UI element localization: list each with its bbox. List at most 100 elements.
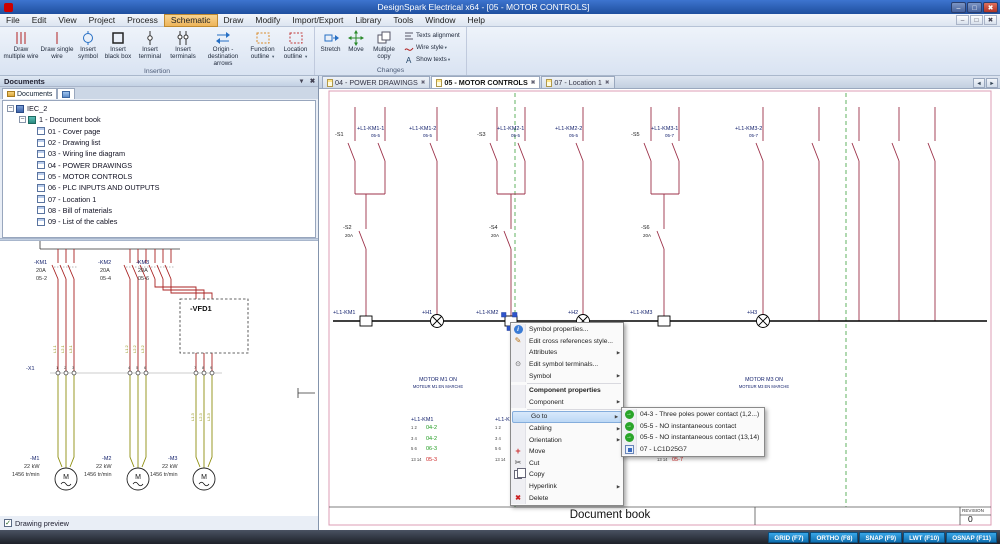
menu-item-cabling[interactable]: Cabling ▶ bbox=[511, 422, 623, 435]
drawing-preview-toggle[interactable]: ✓ Drawing preview bbox=[0, 516, 318, 530]
lwt-toggle[interactable]: LWT (F10) bbox=[903, 531, 946, 543]
title-bar: DesignSpark Electrical x64 - [05 - MOTOR… bbox=[0, 0, 1000, 14]
tab-layers[interactable] bbox=[57, 88, 76, 99]
collapse-toggle[interactable]: – bbox=[7, 105, 14, 113]
tree-item-cover-page[interactable]: 01 - Cover page bbox=[3, 126, 315, 137]
menu-item-hyperlink[interactable]: Hyperlink ▶ bbox=[511, 480, 623, 493]
show-texts-button[interactable]: A Show texts ▾ bbox=[404, 54, 462, 66]
tree-item-project[interactable]: – IEC_2 bbox=[3, 103, 315, 114]
close-tab-icon[interactable]: ✖ bbox=[605, 80, 610, 86]
tree-item-location-1[interactable]: 07 - Location 1 bbox=[3, 193, 315, 204]
menu-schematic[interactable]: Schematic bbox=[163, 13, 218, 27]
svg-text:2: 2 bbox=[64, 365, 67, 370]
menu-view[interactable]: View bbox=[52, 14, 82, 27]
close-button[interactable]: ✖ bbox=[983, 1, 998, 13]
tab-location-1[interactable]: 07 - Location 1 ✖ bbox=[541, 76, 615, 88]
tree-item-power-drawings[interactable]: 04 - POWER DRAWINGS bbox=[3, 159, 315, 170]
svg-text:4: 4 bbox=[128, 365, 131, 370]
menu-file[interactable]: File bbox=[0, 14, 26, 27]
menu-item-orientation[interactable]: Orientation ▶ bbox=[511, 434, 623, 446]
panel-pin-icon[interactable]: ▾ bbox=[296, 77, 307, 85]
doc-restore-button[interactable]: □ bbox=[970, 15, 983, 25]
menu-item-component[interactable]: Component ▶ bbox=[511, 396, 623, 409]
submenu-item-no-contact-1[interactable]: → 05-5 - NO instantaneous contact bbox=[622, 420, 764, 433]
wire-style-icon bbox=[404, 47, 414, 51]
menu-item-component-properties[interactable]: Component properties bbox=[511, 384, 623, 397]
menu-item-edit-symbol-terminals[interactable]: ⊙ Edit symbol terminals... bbox=[511, 358, 623, 371]
snap-toggle[interactable]: SNAP (F9) bbox=[859, 531, 903, 543]
menu-import-export[interactable]: Import/Export bbox=[286, 14, 349, 27]
close-tab-icon[interactable]: ✖ bbox=[421, 80, 426, 86]
tree-item-plc-inputs-outputs[interactable]: 06 - PLC INPUTS AND OUTPUTS bbox=[3, 182, 315, 193]
panel-close-icon[interactable]: ✖ bbox=[307, 77, 318, 85]
stretch-button[interactable]: Stretch bbox=[317, 28, 344, 66]
texts-alignment-button[interactable]: Texts alignment bbox=[404, 30, 462, 42]
insert-terminal-button[interactable]: Insert terminal bbox=[134, 28, 166, 67]
menu-item-move[interactable]: + Move bbox=[511, 445, 623, 458]
doc-minimize-button[interactable]: – bbox=[956, 15, 969, 25]
submenu-item-power-contact[interactable]: → 04-3 - Three poles power contact (1,2..… bbox=[622, 409, 764, 421]
menu-project[interactable]: Project bbox=[83, 14, 121, 27]
checkbox-checked-icon[interactable]: ✓ bbox=[4, 519, 12, 527]
menu-item-edit-cross-references-style[interactable]: ✎ Edit cross references style... bbox=[511, 335, 623, 348]
menu-draw[interactable]: Draw bbox=[218, 14, 250, 27]
menu-item-delete[interactable]: ✖ Delete bbox=[511, 492, 623, 504]
origin-destination-arrows-button[interactable]: Origin - destination arrows bbox=[200, 28, 246, 67]
close-tab-icon[interactable]: ✖ bbox=[531, 80, 536, 86]
menu-item-go-to[interactable]: Go to ▶ bbox=[512, 411, 622, 423]
tree-item-drawing-list[interactable]: 02 - Drawing list bbox=[3, 137, 315, 148]
move-button[interactable]: Move bbox=[344, 28, 368, 66]
scroll-tabs-right-icon[interactable]: ► bbox=[986, 78, 998, 88]
minimize-button[interactable]: – bbox=[951, 1, 966, 13]
svg-text:M: M bbox=[201, 474, 207, 481]
draw-multiple-wire-button[interactable]: Draw multiple wire bbox=[2, 28, 40, 67]
component-ref: +L1-KM2 bbox=[476, 310, 499, 316]
multiple-copy-button[interactable]: Multiple copy bbox=[368, 28, 400, 66]
insert-symbol-button[interactable]: Insert symbol bbox=[74, 28, 102, 67]
submenu-item-no-contact-2[interactable]: → 05-5 - NO instantaneous contact (13,14) bbox=[622, 432, 764, 444]
move-icon bbox=[348, 30, 364, 46]
info-icon: i bbox=[513, 325, 523, 335]
maximize-button[interactable]: □ bbox=[967, 1, 982, 13]
function-annotation: MOTOR M3 ON MOTEUR M3 EN MARCHE bbox=[738, 377, 790, 389]
grid-toggle[interactable]: GRID (F7) bbox=[768, 531, 810, 543]
tab-power-drawings[interactable]: 04 - POWER DRAWINGS ✖ bbox=[322, 76, 431, 88]
menu-window[interactable]: Window bbox=[419, 14, 461, 27]
tree-item-bill-of-materials[interactable]: 08 - Bill of materials bbox=[3, 205, 315, 216]
menu-item-copy[interactable]: Copy bbox=[511, 468, 623, 481]
menu-item-symbol[interactable]: Symbol ▶ bbox=[511, 370, 623, 382]
tree-item-motor-controls[interactable]: 05 - MOTOR CONTROLS bbox=[3, 171, 315, 182]
menu-item-symbol-properties[interactable]: i Symbol properties... bbox=[511, 324, 623, 336]
tree-item-document-book[interactable]: – 1 - Document book bbox=[3, 114, 315, 125]
menu-edit[interactable]: Edit bbox=[26, 14, 53, 27]
location-outline-button[interactable]: Location outline ▾ bbox=[279, 28, 312, 67]
component-xref: 05-5 bbox=[371, 133, 381, 138]
tree-item-wiring-line-diagram[interactable]: 03 - Wiring line diagram bbox=[3, 148, 315, 159]
menu-tools[interactable]: Tools bbox=[387, 14, 419, 27]
ortho-toggle[interactable]: ORTHO (F8) bbox=[810, 531, 859, 543]
drawing-preview[interactable]: 1 2 3 4 5 6 7 8 9 L1.1 L2.1 L3.1 L1.2 L2… bbox=[0, 241, 318, 516]
function-outline-button[interactable]: Function outline ▾ bbox=[246, 28, 279, 67]
menu-library[interactable]: Library bbox=[349, 14, 387, 27]
menu-item-cut[interactable]: ✂ Cut bbox=[511, 457, 623, 470]
tab-motor-controls[interactable]: 05 - MOTOR CONTROLS ✖ bbox=[431, 76, 541, 88]
menu-modify[interactable]: Modify bbox=[249, 14, 286, 27]
osnap-toggle[interactable]: OSNAP (F11) bbox=[946, 531, 997, 543]
menu-process[interactable]: Process bbox=[121, 14, 164, 27]
scroll-tabs-left-icon[interactable]: ◄ bbox=[973, 78, 985, 88]
menu-help[interactable]: Help bbox=[462, 14, 491, 27]
page-icon bbox=[546, 78, 553, 87]
wire-style-button[interactable]: Wire style ▾ bbox=[404, 42, 462, 54]
submenu-item-device[interactable]: 07 - LC1D25G7 bbox=[622, 443, 764, 456]
svg-text:L3.2: L3.2 bbox=[140, 344, 145, 353]
submenu-arrow-icon: ▶ bbox=[614, 413, 618, 419]
doc-close-button[interactable]: ✖ bbox=[984, 15, 997, 25]
insert-black-box-button[interactable]: Insert black box bbox=[102, 28, 134, 67]
menu-item-attributes[interactable]: Attributes ▶ bbox=[511, 347, 623, 359]
collapse-toggle[interactable]: – bbox=[19, 116, 26, 124]
tab-documents[interactable]: Documents bbox=[2, 88, 58, 99]
draw-single-wire-button[interactable]: Draw single wire bbox=[40, 28, 74, 67]
tree-item-list-of-cables[interactable]: 09 - List of the cables bbox=[3, 216, 315, 227]
insert-terminals-button[interactable]: Insert terminals bbox=[166, 28, 200, 67]
schematic-canvas[interactable]: -S1 +L1-KM1-1 05-5 +L1-KM1-2 05-5 -S3 +L… bbox=[319, 89, 1000, 530]
